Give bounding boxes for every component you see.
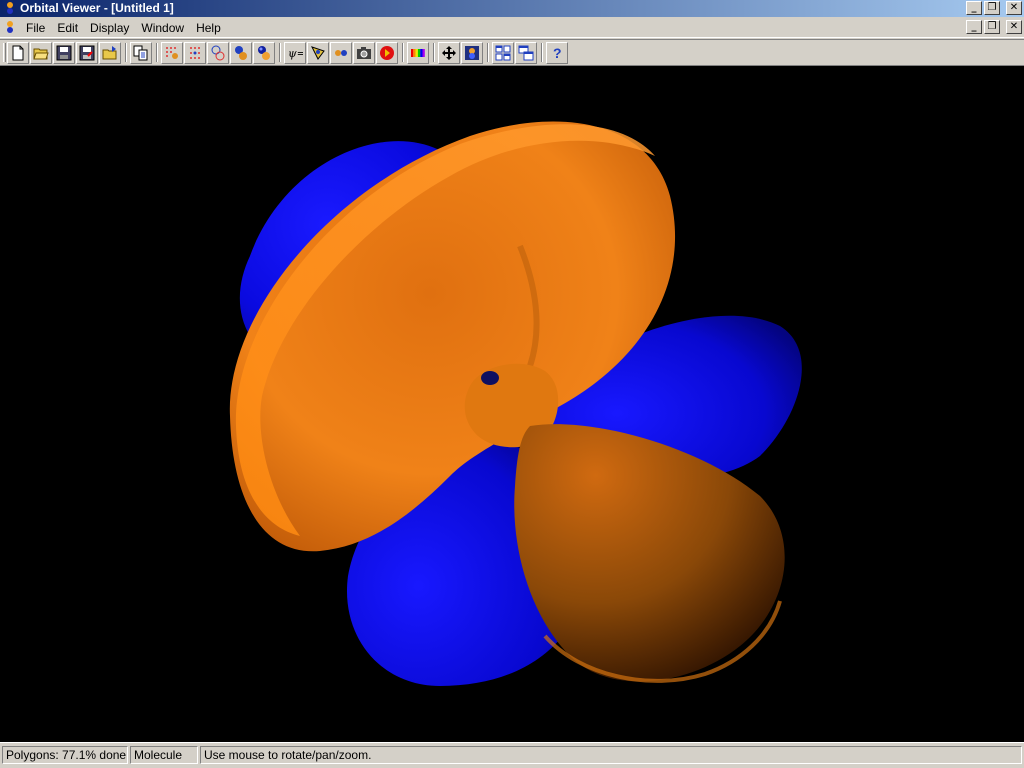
open-button[interactable] (30, 42, 52, 64)
palette-button[interactable] (407, 42, 429, 64)
doc-minimize-button[interactable]: _ (966, 20, 982, 34)
points-icon (166, 47, 178, 59)
toolbar-separator (541, 43, 543, 62)
menu-help[interactable]: Help (190, 20, 227, 36)
toolbar-separator (487, 43, 489, 62)
toolbar-separator (279, 43, 281, 62)
solid-icon (235, 46, 247, 60)
orbital-viewport[interactable] (0, 66, 1024, 742)
doc-close-button[interactable]: ✕ (1006, 20, 1022, 34)
palette-icon (411, 49, 425, 57)
document-orbital-icon[interactable] (3, 20, 17, 34)
polygons-icon (190, 47, 200, 59)
wireframe-icon (211, 45, 225, 61)
new-button[interactable] (7, 42, 29, 64)
window-title: Orbital Viewer - [Untitled 1] (20, 1, 174, 15)
move-icon (442, 46, 456, 60)
new-icon (12, 45, 24, 61)
close-button[interactable]: ✕ (1006, 1, 1022, 15)
copy-button[interactable] (130, 42, 152, 64)
menu-bar: File Edit Display Window Help _ ❐ ✕ (0, 17, 1024, 38)
psi-icon: ψ= (288, 47, 303, 60)
toolbar-separator (156, 43, 158, 62)
doc-restore-button[interactable]: ❐ (984, 20, 1000, 34)
move-button[interactable] (438, 42, 460, 64)
svg-text:?: ? (553, 45, 562, 61)
hub-hole (481, 371, 499, 385)
stereo-button[interactable] (330, 42, 352, 64)
help-icon: ? (553, 45, 562, 61)
toolbar-separator (402, 43, 404, 62)
menu-file[interactable]: File (20, 20, 51, 36)
svg-text:ψ=: ψ= (288, 47, 303, 60)
menu-display[interactable]: Display (84, 20, 135, 36)
save-button[interactable] (53, 42, 75, 64)
toolbar-grip[interactable] (3, 43, 6, 62)
stereo-icon (335, 50, 347, 56)
cascade-button[interactable] (515, 42, 537, 64)
record-icon (380, 46, 394, 60)
open-folder-icon (102, 46, 117, 60)
restore-button[interactable]: ❐ (984, 1, 1000, 15)
toolbar-separator (125, 43, 127, 62)
polygons-button[interactable] (184, 42, 206, 64)
camera-button[interactable] (353, 42, 375, 64)
save-as-icon (79, 45, 95, 61)
record-button[interactable] (376, 42, 398, 64)
cascade-icon (518, 45, 534, 61)
toolbar: ψ= (0, 39, 1024, 66)
tile-button[interactable] (492, 42, 514, 64)
save-as-button[interactable] (76, 42, 98, 64)
toolbar-separator (433, 43, 435, 62)
cutaway-icon (311, 46, 325, 60)
tile-icon (495, 45, 511, 61)
app-window: Orbital Viewer - [Untitled 1] _ ❐ ✕ File… (0, 0, 1024, 768)
copy-icon (133, 45, 148, 61)
app-orbital-icon (7, 2, 13, 14)
status-bar: Polygons: 77.1% done Molecule Use mouse … (0, 742, 1024, 768)
smooth-button[interactable] (253, 42, 275, 64)
status-progress: Polygons: 77.1% done (2, 746, 128, 764)
solid-button[interactable] (230, 42, 252, 64)
menu-edit[interactable]: Edit (51, 20, 84, 36)
status-hint: Use mouse to rotate/pan/zoom. (200, 746, 1022, 764)
render-button[interactable] (461, 42, 483, 64)
camera-icon (357, 47, 371, 59)
menu-window[interactable]: Window (135, 20, 190, 36)
render-icon (465, 46, 479, 60)
help-button[interactable]: ? (546, 42, 568, 64)
orbital-render[interactable] (0, 66, 1024, 742)
status-mode: Molecule (130, 746, 198, 764)
wireframe-button[interactable] (207, 42, 229, 64)
open-folder-button[interactable] (99, 42, 121, 64)
points-button[interactable] (161, 42, 183, 64)
cutaway-button[interactable] (307, 42, 329, 64)
minimize-button[interactable]: _ (966, 1, 982, 15)
smooth-icon (258, 46, 270, 60)
psi-button[interactable]: ψ= (284, 42, 306, 64)
title-bar[interactable]: Orbital Viewer - [Untitled 1] _ ❐ ✕ (0, 0, 1024, 17)
save-icon (56, 45, 72, 61)
open-icon (33, 48, 49, 60)
